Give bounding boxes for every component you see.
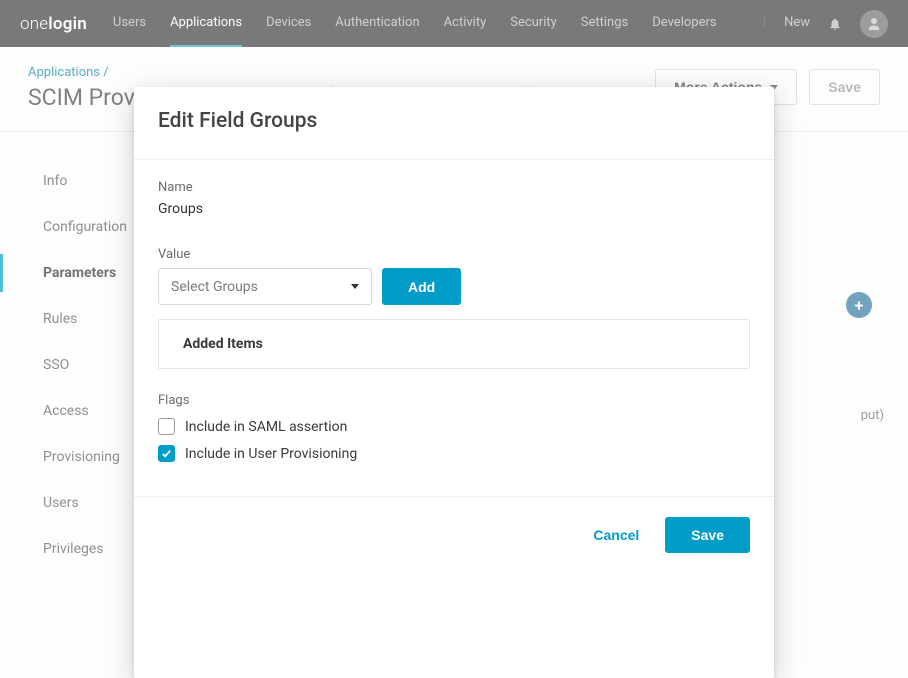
groups-select[interactable]: Select Groups xyxy=(158,268,372,305)
cancel-button[interactable]: Cancel xyxy=(593,527,639,543)
logo-part2: login xyxy=(48,14,87,34)
nav-users[interactable]: Users xyxy=(113,0,146,47)
divider: | xyxy=(763,16,766,31)
save-button[interactable]: Save xyxy=(665,517,750,553)
modal-body: Name Groups Value Select Groups Add Adde… xyxy=(134,160,774,496)
flag-provisioning-row: Include in User Provisioning xyxy=(158,445,750,462)
modal-overlay: Edit Field Groups Name Groups Value Sele… xyxy=(0,0,908,678)
flag-provisioning-label: Include in User Provisioning xyxy=(185,446,357,462)
top-nav: onelogin Users Applications Devices Auth… xyxy=(0,0,908,47)
name-value: Groups xyxy=(158,201,750,217)
nav-developers[interactable]: Developers xyxy=(652,0,716,47)
plus-icon: + xyxy=(855,296,864,315)
header-save-button[interactable]: Save xyxy=(809,69,880,105)
avatar[interactable] xyxy=(860,10,888,38)
add-parameter-button[interactable]: + xyxy=(846,292,872,318)
nav-security[interactable]: Security xyxy=(510,0,557,47)
nav-right: | New xyxy=(763,10,888,38)
breadcrumb-root[interactable]: Applications xyxy=(28,65,100,80)
logo[interactable]: onelogin xyxy=(20,14,87,34)
breadcrumb: Applications / xyxy=(28,65,535,80)
value-label: Value xyxy=(158,247,750,262)
modal-title: Edit Field Groups xyxy=(134,87,774,160)
nav-settings[interactable]: Settings xyxy=(581,0,628,47)
modal: Edit Field Groups Name Groups Value Sele… xyxy=(134,87,774,678)
flag-saml-row: Include in SAML assertion xyxy=(158,418,750,435)
bell-icon[interactable] xyxy=(828,17,842,31)
field-name-group: Name Groups xyxy=(158,180,750,217)
flag-provisioning-checkbox[interactable] xyxy=(158,445,175,462)
nav-applications[interactable]: Applications xyxy=(170,0,242,47)
nav-items: Users Applications Devices Authenticatio… xyxy=(113,0,743,47)
name-label: Name xyxy=(158,180,750,195)
nav-activity[interactable]: Activity xyxy=(444,0,487,47)
nav-devices[interactable]: Devices xyxy=(266,0,311,47)
add-button[interactable]: Add xyxy=(382,268,461,305)
flag-saml-label: Include in SAML assertion xyxy=(185,419,347,435)
chevron-down-icon xyxy=(351,284,359,289)
nav-authentication[interactable]: Authentication xyxy=(335,0,419,47)
groups-select-placeholder: Select Groups xyxy=(171,279,258,295)
breadcrumb-sep: / xyxy=(103,65,108,80)
modal-footer: Cancel Save xyxy=(134,496,774,573)
flag-saml-checkbox[interactable] xyxy=(158,418,175,435)
background-fragment: put) xyxy=(861,408,884,423)
added-items-panel: Added Items xyxy=(158,319,750,369)
field-value-group: Value Select Groups Add Added Items xyxy=(158,247,750,369)
flags-label: Flags xyxy=(158,393,750,408)
flags-group: Flags Include in SAML assertion Include … xyxy=(158,393,750,462)
logo-part1: one xyxy=(20,14,48,34)
nav-new-link[interactable]: New xyxy=(784,15,810,32)
